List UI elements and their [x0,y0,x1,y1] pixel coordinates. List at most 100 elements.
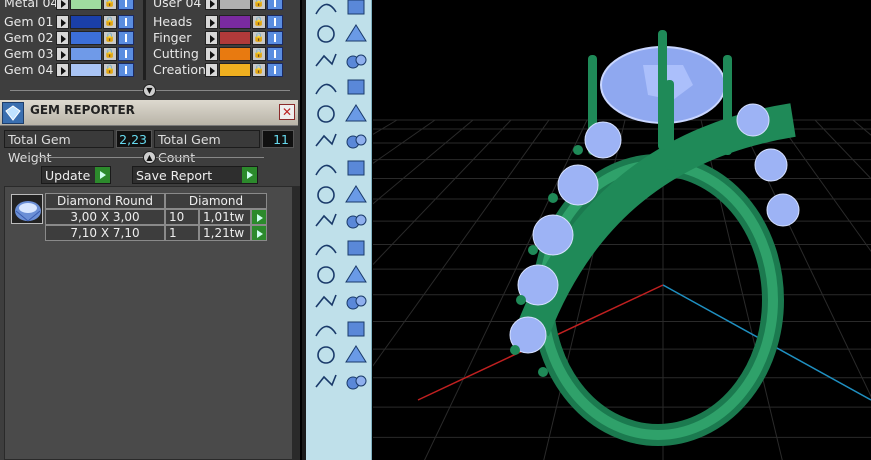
star-burst-icon[interactable] [342,128,370,154]
lock-icon[interactable]: 🔒 [252,47,266,61]
layer-color-swatch[interactable] [219,63,251,77]
layer-row[interactable]: User 04 🔒 [153,0,293,11]
layer-visibility-toggle[interactable] [118,31,134,45]
play-icon [210,35,215,43]
layer-color-swatch[interactable] [219,0,251,10]
gem-count-cell: 1 [165,225,199,241]
collapse-totals-button[interactable]: ▲ [143,151,156,164]
layer-name: Gem 03 [4,46,54,61]
3d-viewport[interactable] [373,0,871,460]
gem-reporter-title: GEM REPORTER [30,103,135,117]
layer-expand-button[interactable] [205,0,218,10]
layer-visibility-toggle[interactable] [267,63,283,77]
gem-count-cell: 10 [165,209,199,225]
layer-row[interactable]: Heads 🔒 [153,14,293,30]
arc-tool-icon[interactable] [342,0,370,20]
layer-color-swatch[interactable] [70,15,102,29]
lock-icon[interactable]: 🔒 [103,0,117,10]
layer-expand-button[interactable] [56,15,69,29]
layer-color-swatch[interactable] [219,15,251,29]
lock-icon[interactable]: 🔒 [252,0,266,10]
lock-icon[interactable]: 🔒 [103,31,117,45]
layer-row[interactable]: Gem 03 🔒 [4,46,144,62]
point-curve-icon[interactable] [312,48,340,74]
ring-model [509,30,800,446]
layer-visibility-toggle[interactable] [267,15,283,29]
cube-icon[interactable] [312,74,340,100]
layer-row[interactable]: Cutting 🔒 [153,46,293,62]
collapse-layers-button[interactable]: ▼ [143,84,156,97]
gem-weight-cell: 1,21tw [199,225,251,241]
align-icon[interactable] [342,316,370,342]
save-report-button[interactable]: Save Report [132,166,258,184]
layer-visibility-toggle[interactable] [267,0,283,10]
gear-icon[interactable] [312,128,340,154]
layer-expand-button[interactable] [56,63,69,77]
layer-color-swatch[interactable] [219,47,251,61]
layer-expand-button[interactable] [56,47,69,61]
lock-icon[interactable]: 🔒 [252,15,266,29]
update-button[interactable]: Update [41,166,111,184]
group-icon[interactable] [342,182,370,208]
select-row-button[interactable] [251,209,267,225]
layer-row[interactable]: Finger 🔒 [153,30,293,46]
lock-icon[interactable]: 🔒 [252,63,266,77]
lock-icon[interactable]: 🔒 [103,47,117,61]
close-icon[interactable]: ✕ [279,104,295,120]
gem-weight-cell: 1,01tw [199,209,251,225]
cylinder-icon[interactable] [312,101,340,127]
trim-icon[interactable] [312,155,340,181]
layer-expand-button[interactable] [205,63,218,77]
edit-icon[interactable] [342,262,370,288]
layer-visibility-toggle[interactable] [267,31,283,45]
arc-rail-icon[interactable] [342,208,370,234]
arrows-up-icon[interactable] [342,289,370,315]
select-row-button[interactable] [251,225,267,241]
total-gem-count-value: 11 [262,130,294,148]
grid-icon[interactable] [312,316,340,342]
layer-color-swatch[interactable] [219,31,251,45]
report-scrollbar[interactable] [292,186,300,460]
lock-icon[interactable]: 🔒 [103,63,117,77]
scale-icon[interactable] [342,235,370,261]
layer-expand-button[interactable] [56,0,69,10]
layer-row[interactable]: Gem 04 🔒 [4,62,144,78]
split-icon[interactable] [342,155,370,181]
lock-icon[interactable]: 🔒 [252,31,266,45]
layer-visibility-toggle[interactable] [118,15,134,29]
gem-icon[interactable] [312,342,340,368]
plane-icon[interactable] [342,101,370,127]
layer-row[interactable]: Gem 01 🔒 [4,14,144,30]
total-gem-weight-label: Total Gem Weight [4,130,114,165]
spheres-icon[interactable] [342,74,370,100]
layer-expand-button[interactable] [205,47,218,61]
layer-visibility-toggle[interactable] [118,63,134,77]
array-icon[interactable] [312,262,340,288]
layer-color-swatch[interactable] [70,63,102,77]
layer-color-swatch[interactable] [70,0,102,10]
checkmark-icon[interactable] [342,342,370,368]
rail-icon[interactable] [312,208,340,234]
layer-color-swatch[interactable] [70,31,102,45]
surface-icon[interactable] [342,48,370,74]
play-icon [61,19,66,27]
box-icon[interactable] [312,289,340,315]
layer-visibility-toggle[interactable] [267,47,283,61]
layer-visibility-toggle[interactable] [118,0,134,10]
layer-visibility-toggle[interactable] [118,47,134,61]
layer-expand-button[interactable] [205,31,218,45]
text-icon[interactable] [312,235,340,261]
layer-row[interactable]: Metal 04 🔒 [4,0,144,11]
pyramid-icon[interactable] [342,369,370,395]
boolean-icon[interactable] [312,182,340,208]
lock-icon[interactable]: 🔒 [103,15,117,29]
layer-row[interactable]: Gem 02 🔒 [4,30,144,46]
circle-tool-icon[interactable] [342,21,370,47]
layer-expand-button[interactable] [56,31,69,45]
layer-color-swatch[interactable] [70,47,102,61]
layer-expand-button[interactable] [205,15,218,29]
curve-tool-icon[interactable] [312,0,340,20]
layer-row[interactable]: Creation 🔒 [153,62,293,78]
polygon-tool-icon[interactable] [312,21,340,47]
shape-icon[interactable] [312,369,340,395]
